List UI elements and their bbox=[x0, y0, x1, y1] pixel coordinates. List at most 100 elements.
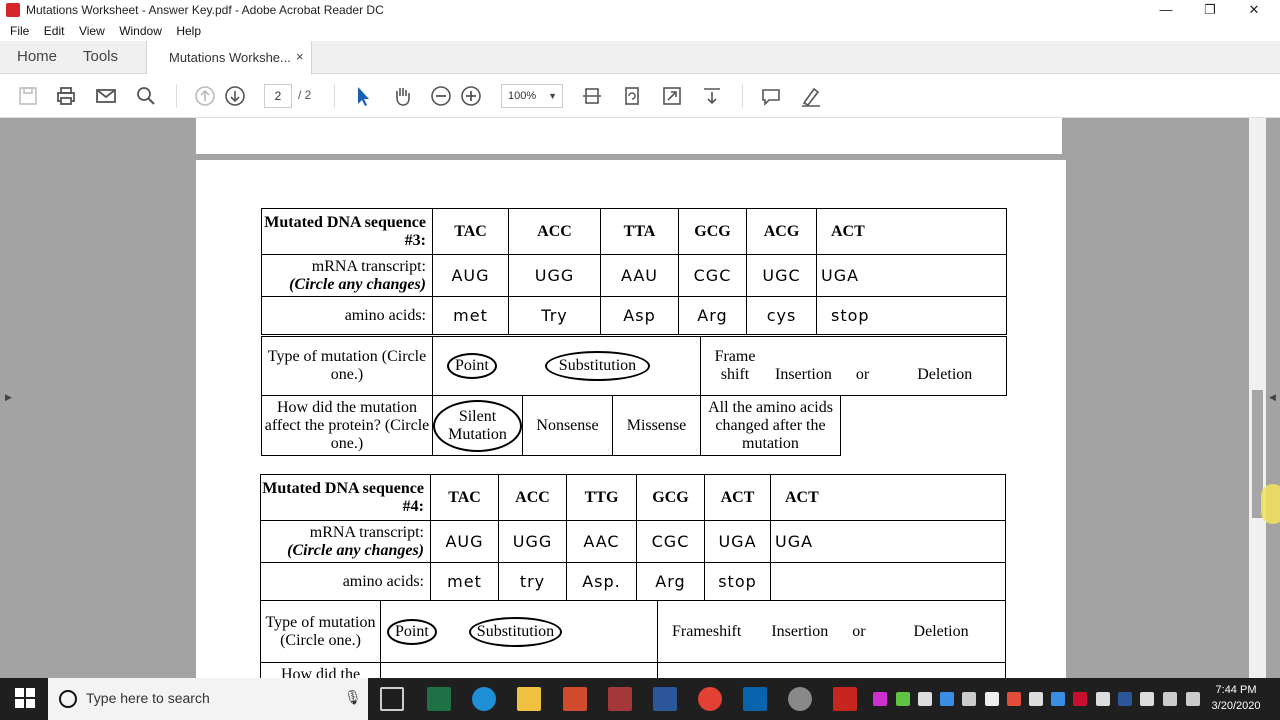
tray-icon-7[interactable] bbox=[1029, 692, 1043, 706]
tab-bar: Home Tools Mutations Workshe... × bbox=[0, 41, 1280, 75]
seq4-mrna-1: AUG bbox=[430, 520, 499, 563]
tray-icon-1[interactable] bbox=[873, 692, 887, 706]
save-icon[interactable] bbox=[16, 84, 40, 108]
tray-icon-3[interactable] bbox=[918, 692, 932, 706]
hand-tool-icon[interactable] bbox=[390, 84, 414, 108]
file-explorer-icon[interactable] bbox=[517, 687, 541, 711]
seq4-mrna-2: UGG bbox=[498, 520, 567, 563]
sequence-3-table: Mutated DNA sequence #3: TAC ACC TTA GCG… bbox=[261, 208, 1007, 335]
tray-icon-4[interactable] bbox=[940, 692, 954, 706]
seq4-dna-6: ACT bbox=[770, 474, 1006, 521]
wifi-icon[interactable] bbox=[1163, 692, 1177, 706]
word-icon[interactable] bbox=[653, 687, 677, 711]
restore-button[interactable]: ❐ bbox=[1188, 0, 1232, 21]
right-panel-toggle-icon[interactable]: ◀ bbox=[1269, 392, 1276, 403]
outlook-icon[interactable] bbox=[743, 687, 767, 711]
search-placeholder: Type here to search bbox=[86, 690, 210, 706]
sequence-4-table: Mutated DNA sequence #4: TAC ACC TTG GCG… bbox=[260, 474, 1006, 601]
seq3-amino-5: cys bbox=[746, 296, 817, 335]
seq4-frameshift: Frameshift bbox=[672, 622, 742, 640]
left-panel-toggle-icon[interactable]: ▶ bbox=[5, 392, 12, 403]
tab-document[interactable]: Mutations Workshe... × bbox=[146, 41, 312, 75]
seq4-mrna-5: UGA bbox=[704, 520, 771, 563]
seq3-point: Point bbox=[447, 353, 497, 379]
menu-file[interactable]: File bbox=[10, 21, 29, 41]
rotate-icon[interactable] bbox=[620, 84, 644, 108]
tray-icon-12[interactable] bbox=[1140, 692, 1154, 706]
tray-icon-6[interactable] bbox=[1007, 692, 1021, 706]
seq4-dna-2: ACC bbox=[498, 474, 567, 521]
taskbar-search-box[interactable]: Type here to search 🎙 bbox=[48, 678, 368, 720]
tab-tools[interactable]: Tools bbox=[83, 48, 118, 65]
seq3-missense: Missense bbox=[612, 395, 701, 456]
close-tab-icon[interactable]: × bbox=[296, 49, 304, 64]
highlight-pen-icon[interactable] bbox=[799, 84, 823, 108]
tray-icon-5[interactable] bbox=[985, 692, 999, 706]
task-view-icon[interactable] bbox=[380, 687, 404, 711]
email-icon[interactable] bbox=[94, 84, 118, 108]
seq3-mrna-3: AAU bbox=[600, 254, 679, 297]
app-icon[interactable] bbox=[788, 687, 812, 711]
taskbar-clock[interactable]: 7:44 PM 3/20/2020 bbox=[1208, 682, 1264, 714]
tray-icon-10[interactable] bbox=[1096, 692, 1110, 706]
document-viewer[interactable]: Mutated DNA sequence #3: TAC ACC TTA GCG… bbox=[0, 118, 1280, 678]
menu-window[interactable]: Window bbox=[119, 21, 162, 41]
seq3-dna-6: ACT bbox=[816, 208, 1007, 255]
access-icon[interactable] bbox=[608, 687, 632, 711]
scroll-mode-icon[interactable] bbox=[700, 84, 724, 108]
pen-icon[interactable] bbox=[1186, 692, 1200, 706]
seq3-amino-4: Arg bbox=[678, 296, 747, 335]
powerpoint-icon[interactable] bbox=[563, 687, 587, 711]
seq3-type-label: Type of mutation (Circle one.) bbox=[261, 336, 433, 396]
tray-icon-2[interactable] bbox=[896, 692, 910, 706]
seq3-frameshift: Frame shift bbox=[714, 348, 756, 383]
volume-icon[interactable] bbox=[962, 692, 976, 706]
acrobat-taskbar-icon[interactable] bbox=[833, 687, 857, 711]
next-page-icon[interactable] bbox=[223, 84, 247, 108]
vertical-scrollbar[interactable] bbox=[1249, 118, 1266, 678]
seq4-frameshift-options: Frameshift Insertion or Deletion bbox=[657, 600, 1006, 663]
print-icon[interactable] bbox=[54, 84, 78, 108]
page-number-input[interactable]: 2 bbox=[264, 84, 292, 108]
chrome-icon[interactable] bbox=[698, 687, 722, 711]
excel-icon[interactable] bbox=[427, 687, 451, 711]
seq4-header: Mutated DNA sequence #4: bbox=[260, 474, 431, 521]
seq3-dna-3: TTA bbox=[600, 208, 679, 255]
seq4-dna-4: GCG bbox=[636, 474, 705, 521]
menu-view[interactable]: View bbox=[79, 21, 105, 41]
document-tab-label: Mutations Workshe... bbox=[169, 50, 291, 65]
full-screen-icon[interactable] bbox=[660, 84, 684, 108]
fit-page-icon[interactable] bbox=[580, 84, 604, 108]
search-icon[interactable] bbox=[134, 84, 158, 108]
select-tool-icon[interactable] bbox=[350, 84, 374, 108]
edge-icon[interactable] bbox=[472, 687, 496, 711]
seq4-substitution: Substitution bbox=[468, 616, 563, 647]
comment-icon[interactable] bbox=[759, 84, 783, 108]
title-bar: Mutations Worksheet - Answer Key.pdf - A… bbox=[0, 0, 1280, 21]
seq4-amino-2: try bbox=[498, 562, 567, 601]
tab-home[interactable]: Home bbox=[17, 48, 57, 65]
seq4-deletion: Deletion bbox=[913, 622, 969, 640]
tray-icon-9[interactable] bbox=[1073, 692, 1087, 706]
microphone-icon[interactable]: 🎙 bbox=[344, 689, 362, 706]
seq4-mrna-4: CGC bbox=[636, 520, 705, 563]
zoom-value: 100% bbox=[508, 90, 537, 102]
taskbar: Type here to search 🎙 7:44 PM 3/20/2020 bbox=[0, 678, 1280, 720]
tray-icon-11[interactable] bbox=[1118, 692, 1132, 706]
windows-start-icon[interactable] bbox=[14, 687, 36, 709]
tray-icon-8[interactable] bbox=[1051, 692, 1065, 706]
seq3-amino-3: Asp bbox=[600, 296, 679, 335]
zoom-out-icon[interactable] bbox=[429, 84, 453, 108]
previous-page-icon[interactable] bbox=[193, 84, 217, 108]
seq4-point: Point bbox=[387, 618, 437, 645]
menu-edit[interactable]: Edit bbox=[44, 21, 65, 41]
seq3-mrna-1: AUG bbox=[432, 254, 509, 297]
page-2: Mutated DNA sequence #3: TAC ACC TTA GCG… bbox=[196, 160, 1066, 678]
minimize-button[interactable]: — bbox=[1144, 0, 1188, 21]
close-button[interactable]: ✕ bbox=[1232, 0, 1276, 21]
zoom-in-icon[interactable] bbox=[459, 84, 483, 108]
menu-help[interactable]: Help bbox=[176, 21, 201, 41]
seq3-amino-label: amino acids: bbox=[261, 296, 433, 335]
seq4-dna-1: TAC bbox=[430, 474, 499, 521]
zoom-select[interactable]: 100% ▼ bbox=[501, 84, 563, 108]
